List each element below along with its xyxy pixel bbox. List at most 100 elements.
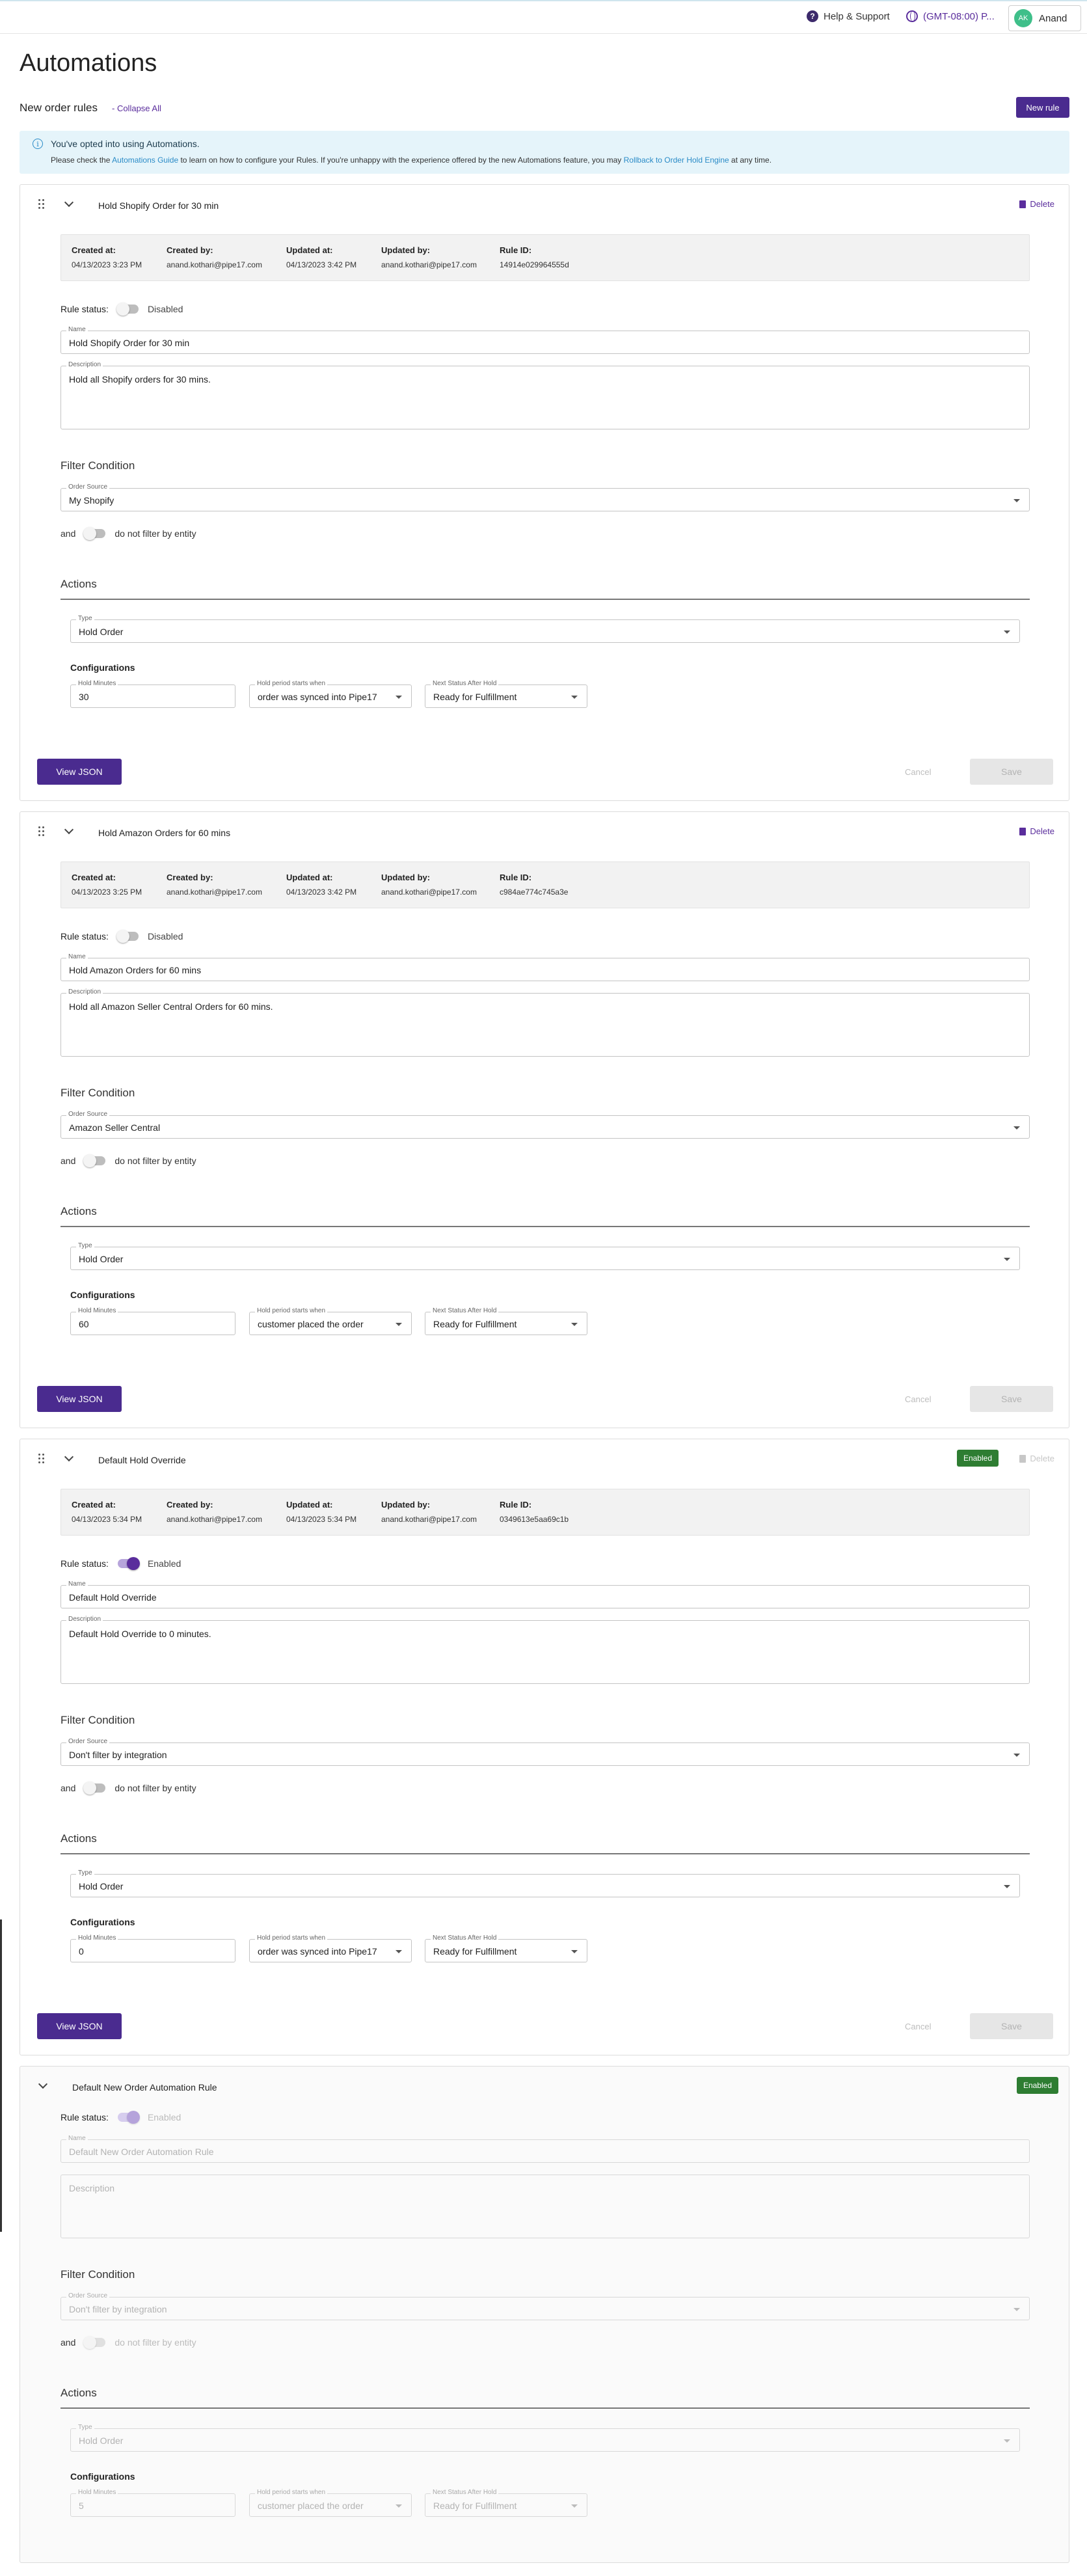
- rule-status-toggle[interactable]: [116, 930, 139, 943]
- action-type-select[interactable]: Type Hold Order: [70, 615, 1020, 643]
- help-icon: ?: [807, 10, 818, 22]
- description-field[interactable]: Description Hold all Shopify orders for …: [60, 361, 1030, 429]
- caret-down-icon: [1004, 1885, 1010, 1888]
- globe-icon: [906, 10, 918, 22]
- action-type-select[interactable]: Type Hold Order: [70, 1242, 1020, 1270]
- next-status-select[interactable]: Next Status After Hold Ready for Fulfill…: [425, 1307, 587, 1335]
- order-source-select[interactable]: Order Source Don't filter by integration: [60, 1738, 1030, 1766]
- save-button[interactable]: Save: [970, 1386, 1053, 1412]
- action-type-select[interactable]: Type Hold Order: [70, 1869, 1020, 1897]
- hold-minutes-input: Hold Minutes 5: [70, 2489, 235, 2517]
- entity-filter-toggle[interactable]: [83, 1154, 106, 1167]
- caret-down-icon: [1004, 630, 1010, 634]
- timezone-label: (GMT-08:00) P...: [923, 10, 995, 22]
- description-field: Description: [60, 2175, 1030, 2238]
- hold-period-select[interactable]: Hold period starts when customer placed …: [249, 1307, 412, 1335]
- banner-title: You've opted into using Automations.: [51, 139, 200, 149]
- hold-minutes-input[interactable]: Hold Minutes 30: [70, 680, 235, 708]
- created-at-value: 04/13/2023 5:34 PM: [72, 1515, 142, 1524]
- rule-title: Default Hold Override: [98, 1455, 186, 1465]
- delete-button[interactable]: Delete: [1019, 826, 1054, 836]
- info-banner: i You've opted into using Automations. P…: [20, 131, 1069, 174]
- order-source-select[interactable]: Order Source My Shopify: [60, 483, 1030, 511]
- cancel-button[interactable]: Cancel: [905, 2022, 931, 2031]
- rule-metadata: Created at: 04/13/2023 3:23 PM Created by…: [60, 234, 1030, 281]
- section-label: New order rules: [20, 102, 98, 114]
- next-status-select[interactable]: Next Status After Hold Ready for Fulfill…: [425, 680, 587, 708]
- save-button[interactable]: Save: [970, 759, 1053, 785]
- caret-down-icon: [571, 696, 578, 699]
- delete-button[interactable]: Delete: [1019, 1454, 1054, 1463]
- chevron-down-icon[interactable]: [64, 197, 74, 208]
- chevron-down-icon[interactable]: [38, 2079, 48, 2089]
- rule-status-value: Enabled: [147, 2112, 181, 2122]
- automations-guide-link[interactable]: Automations Guide: [112, 156, 178, 165]
- updated-by-value: anand.kothari@pipe17.com: [381, 1515, 477, 1524]
- actions-divider: [60, 599, 1030, 600]
- delete-button[interactable]: Delete: [1019, 199, 1054, 209]
- chevron-down-icon[interactable]: [64, 1452, 74, 1462]
- view-json-button[interactable]: View JSON: [37, 1386, 122, 1412]
- name-field[interactable]: Name Hold Amazon Orders for 60 mins: [60, 953, 1030, 981]
- rule-card-header: Hold Shopify Order for 30 min Delete: [20, 185, 1069, 224]
- rule-metadata: Created at: 04/13/2023 3:25 PM Created by…: [60, 861, 1030, 908]
- cancel-button[interactable]: Cancel: [905, 1394, 931, 1404]
- name-field[interactable]: Name Default Hold Override: [60, 1580, 1030, 1608]
- configurations-title: Configurations: [70, 1917, 135, 1927]
- top-bar: ? Help & Support (GMT-08:00) P... AK Ana…: [0, 0, 1087, 34]
- save-button[interactable]: Save: [970, 2013, 1053, 2039]
- filter-condition-title: Filter Condition: [60, 1087, 135, 1099]
- order-source-select[interactable]: Order Source Amazon Seller Central: [60, 1111, 1030, 1139]
- collapse-all-link[interactable]: - Collapse All: [112, 103, 161, 113]
- entity-filter-row: and do not filter by entity: [60, 1782, 196, 1795]
- help-support-link[interactable]: ? Help & Support: [807, 10, 890, 22]
- caret-down-icon: [396, 1950, 402, 1953]
- hold-period-select[interactable]: Hold period starts when order was synced…: [249, 1934, 412, 1962]
- entity-filter-row: and do not filter by entity: [60, 527, 196, 540]
- page-title: Automations: [20, 49, 157, 77]
- name-field[interactable]: Name Hold Shopify Order for 30 min: [60, 326, 1030, 354]
- created-at-value: 04/13/2023 3:23 PM: [72, 260, 142, 269]
- entity-filter-toggle[interactable]: [83, 527, 106, 540]
- left-edge-bar: [0, 1919, 2, 2232]
- user-menu-button[interactable]: AK Anand: [1008, 5, 1081, 31]
- created-by-value: anand.kothari@pipe17.com: [167, 1515, 262, 1524]
- rule-status-toggle[interactable]: [117, 1557, 140, 1570]
- drag-handle-icon[interactable]: [38, 826, 45, 837]
- status-badge: Enabled: [1016, 2077, 1058, 2094]
- rule-card-header: Hold Amazon Orders for 60 mins Delete: [20, 812, 1069, 851]
- updated-at-value: 04/13/2023 5:34 PM: [286, 1515, 357, 1524]
- hold-period-select[interactable]: Hold period starts when order was synced…: [249, 680, 412, 708]
- filter-condition-title: Filter Condition: [60, 2268, 135, 2281]
- description-field[interactable]: Description Default Hold Override to 0 m…: [60, 1616, 1030, 1684]
- drag-handle-icon[interactable]: [38, 1454, 45, 1464]
- rule-card: Default Hold Override Enabled Delete Cre…: [20, 1439, 1069, 2055]
- rule-card-header: Default New Order Automation Rule Enable…: [20, 2067, 1069, 2106]
- timezone-selector[interactable]: (GMT-08:00) P...: [906, 10, 995, 22]
- hold-minutes-input[interactable]: Hold Minutes 0: [70, 1934, 235, 1962]
- caret-down-icon: [396, 696, 402, 699]
- rule-status-toggle: [117, 2111, 140, 2124]
- rule-status-row: Rule status: Disabled: [60, 930, 183, 943]
- caret-down-icon: [396, 2504, 402, 2508]
- caret-down-icon: [1013, 499, 1020, 502]
- rule-id-value: c984ae774c745a3e: [500, 888, 569, 897]
- new-rule-button[interactable]: New rule: [1016, 97, 1069, 118]
- cancel-button[interactable]: Cancel: [905, 767, 931, 777]
- hold-minutes-input[interactable]: Hold Minutes 60: [70, 1307, 235, 1335]
- view-json-button[interactable]: View JSON: [37, 759, 122, 785]
- description-field[interactable]: Description Hold all Amazon Seller Centr…: [60, 988, 1030, 1057]
- rule-status-toggle[interactable]: [116, 303, 139, 316]
- caret-down-icon: [571, 2504, 578, 2508]
- drag-handle-icon[interactable]: [38, 199, 45, 210]
- next-status-select[interactable]: Next Status After Hold Ready for Fulfill…: [425, 1934, 587, 1962]
- view-json-button[interactable]: View JSON: [37, 2013, 122, 2039]
- rollback-link[interactable]: Rollback to Order Hold Engine: [624, 156, 729, 165]
- hold-period-select: Hold period starts when customer placed …: [249, 2489, 412, 2517]
- entity-filter-toggle[interactable]: [83, 1782, 106, 1795]
- avatar: AK: [1014, 9, 1032, 27]
- name-field: Name Default New Order Automation Rule: [60, 2135, 1030, 2163]
- rules-subheader: New order rules - Collapse All: [20, 102, 161, 115]
- status-badge: Enabled: [956, 1450, 999, 1467]
- chevron-down-icon[interactable]: [64, 824, 74, 835]
